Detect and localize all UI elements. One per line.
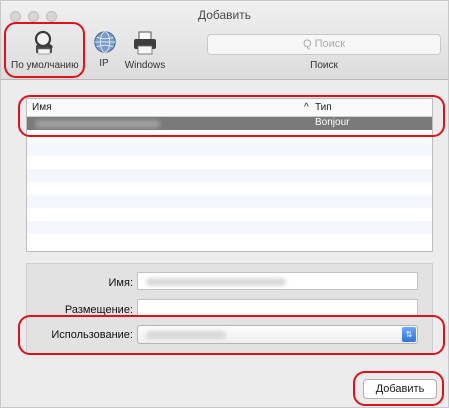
printer-magnifier-icon (34, 30, 54, 55)
title-bar: Добавить По умолчанию IP Windows Q Поиск… (1, 1, 448, 80)
list-row-empty (27, 169, 432, 182)
list-row-empty (27, 221, 432, 234)
list-row-empty (27, 195, 432, 208)
toolbar-windows-label: Windows (124, 60, 166, 71)
printer-list[interactable]: Имя ^ Тип Bonjour (26, 98, 433, 252)
popup-arrows-icon: ⇅ (402, 327, 416, 342)
search-label: Поиск (310, 60, 338, 71)
toolbar-default-label: По умолчанию (11, 60, 79, 71)
search-input[interactable]: Q Поиск (207, 34, 441, 55)
window-title: Добавить (197, 8, 252, 22)
name-field[interactable] (137, 272, 418, 290)
printer-name (35, 120, 160, 128)
toolbar-windows-button[interactable]: Windows (123, 29, 167, 71)
list-header: Имя ^ Тип (27, 99, 432, 117)
printer-icon (134, 31, 156, 55)
globe-icon (94, 31, 116, 53)
use-label: Использование: (51, 329, 133, 341)
name-value (146, 278, 286, 286)
name-label: Имя: (108, 277, 133, 289)
add-printer-window: Добавить По умолчанию IP Windows Q Поиск… (0, 0, 449, 408)
list-row-empty (27, 143, 432, 156)
driver-value (146, 331, 226, 339)
driver-select[interactable]: ⇅ (137, 325, 418, 344)
toolbar-ip-label: IP (99, 58, 109, 69)
add-button[interactable]: Добавить (363, 379, 437, 399)
location-label: Размещение: (64, 304, 133, 316)
printer-type: Bonjour (315, 117, 350, 128)
toolbar-ip-button[interactable]: IP (92, 29, 116, 69)
location-field[interactable] (137, 299, 418, 317)
printer-row[interactable]: Bonjour (27, 117, 432, 130)
toolbar-default-button[interactable]: По умолчанию (11, 29, 79, 71)
sort-ascending-icon: ^ (304, 102, 309, 113)
column-name-header[interactable]: Имя (32, 102, 51, 113)
column-type-header[interactable]: Тип (315, 102, 332, 113)
